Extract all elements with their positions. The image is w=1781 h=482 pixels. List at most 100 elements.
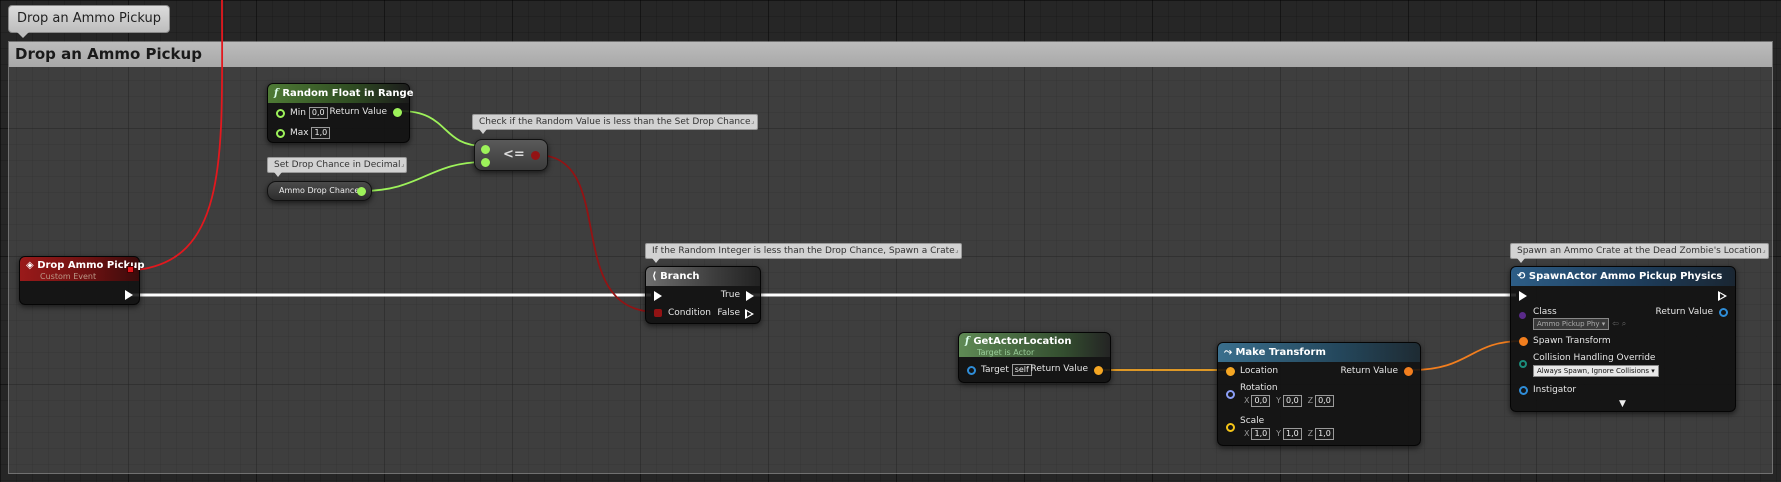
spawn-return-pin[interactable]	[1719, 308, 1728, 317]
scale-label: Scale	[1240, 416, 1265, 426]
spawn-icon: ⟲	[1517, 271, 1526, 282]
rotation-pin[interactable]	[1226, 390, 1235, 399]
min-row: Min 0,0	[290, 107, 328, 119]
location-pin[interactable]	[1226, 367, 1235, 376]
max-pin[interactable]	[276, 129, 285, 138]
target-pin[interactable]	[967, 366, 976, 375]
node-branch[interactable]: ⟨ Branch Condition True False	[645, 266, 761, 324]
min-input[interactable]: 0,0	[308, 107, 328, 119]
get-actor-location-return-pin[interactable]	[1094, 366, 1103, 375]
rotation-x-label: X	[1244, 396, 1250, 405]
rotation-x-input[interactable]: 0,0	[1251, 395, 1271, 407]
target-label: Target	[981, 365, 1009, 375]
spawn-exec-out[interactable]	[1718, 291, 1727, 301]
node-random-float[interactable]: f Random Float in Range Min 0,0 Max 1,0 R…	[267, 83, 413, 143]
class-row: Ammo Pickup Phy ▾ ⇦ ⌕	[1533, 318, 1626, 330]
branch-condition-pin[interactable]	[654, 309, 662, 317]
function-icon: f	[274, 88, 279, 99]
class-dropdown-value: Ammo Pickup Phy	[1537, 320, 1600, 328]
collision-dropdown-value: Always Spawn, Ignore Collisions	[1537, 367, 1649, 375]
red-wire-top	[135, 0, 224, 271]
function-icon: f	[965, 336, 970, 347]
collision-dropdown[interactable]: Always Spawn, Ignore Collisions ▾	[1533, 365, 1659, 377]
spawn-transform-label: Spawn Transform	[1533, 336, 1611, 346]
make-transform-return-pin[interactable]	[1404, 367, 1413, 376]
rotation-z-input[interactable]: 0,0	[1315, 395, 1334, 407]
chevron-down-icon: ▾	[1601, 320, 1606, 328]
node-custom-event[interactable]: ◈ Drop Ammo Pickup Custom Event	[19, 256, 144, 305]
scale-z-input[interactable]: 1,0	[1315, 428, 1334, 440]
comment-bubble-branch-text: If the Random Integer is less than the D…	[652, 246, 955, 256]
rotation-z-label: Z	[1307, 396, 1314, 405]
ammo-drop-chance-label: Ammo Drop Chance	[279, 186, 360, 195]
spawn-exec-in[interactable]	[1519, 291, 1527, 301]
scale-x-input[interactable]: 1,0	[1251, 428, 1271, 440]
rotation-fields: X 0,0 Y 0,0 Z 0,0	[1244, 395, 1337, 407]
collision-pin[interactable]	[1519, 360, 1527, 368]
spawn-transform-pin[interactable]	[1519, 337, 1528, 346]
instigator-pin[interactable]	[1519, 386, 1528, 395]
branch-condition-label: Condition	[668, 308, 711, 318]
browse-icon[interactable]: ⇦	[1612, 319, 1619, 328]
node-spawn-actor[interactable]: ⟲ SpawnActor Ammo Pickup Physics Class A…	[1510, 266, 1736, 412]
rotation-label: Rotation	[1240, 383, 1278, 393]
chevron-down-icon: ▾	[1651, 367, 1655, 375]
location-label: Location	[1240, 366, 1279, 376]
target-input[interactable]: self	[1011, 364, 1032, 376]
scale-x-label: X	[1244, 429, 1250, 438]
delegate-pin[interactable]	[127, 266, 134, 273]
make-transform-header[interactable]: ⤳ Make Transform	[1218, 343, 1420, 362]
comment-bubble-compare[interactable]: Check if the Random Value is less than t…	[472, 114, 758, 134]
branch-header[interactable]: ⟨ Branch	[646, 267, 760, 286]
branch-true-exec[interactable]	[746, 291, 754, 301]
scale-y-label: Y	[1276, 429, 1281, 438]
scale-y-input[interactable]: 1,0	[1282, 428, 1302, 440]
transform-wire[interactable]	[1411, 340, 1523, 371]
compare-operator: <=	[503, 147, 525, 162]
class-dropdown[interactable]: Ammo Pickup Phy ▾	[1533, 318, 1610, 330]
node-random-float-header[interactable]: f Random Float in Range	[268, 84, 413, 103]
class-pin[interactable]	[1519, 312, 1526, 319]
random-float-return-label: Return Value	[329, 107, 387, 117]
compare-input-b-pin[interactable]	[481, 158, 490, 167]
get-actor-location-return-label: Return Value	[1030, 364, 1088, 374]
rotation-y-input[interactable]: 0,0	[1282, 395, 1302, 407]
node-random-float-title: Random Float in Range	[282, 88, 414, 99]
bool-wire-condition[interactable]	[536, 154, 658, 313]
node-get-actor-location[interactable]: f GetActorLocation Target is Actor Target…	[958, 332, 1111, 383]
branch-icon: ⟨	[652, 271, 657, 282]
instigator-label: Instigator	[1533, 385, 1577, 395]
comment-bubble-spawn[interactable]: Spawn an Ammo Crate at the Dead Zombie's…	[1510, 243, 1769, 263]
class-label: Class	[1533, 307, 1557, 317]
max-input[interactable]: 1,0	[311, 127, 331, 139]
scale-pin[interactable]	[1226, 423, 1235, 432]
compare-input-a-pin[interactable]	[481, 145, 490, 154]
get-actor-location-subtitle: Target is Actor	[977, 348, 1035, 357]
spawn-actor-title: SpawnActor Ammo Pickup Physics	[1528, 271, 1723, 282]
node-compare[interactable]: <=	[474, 139, 548, 171]
search-icon[interactable]: ⌕	[1622, 319, 1626, 328]
comment-bubble-branch[interactable]: If the Random Integer is less than the D…	[645, 243, 962, 263]
max-row: Max 1,0	[290, 127, 331, 139]
scale-z-label: Z	[1307, 429, 1314, 438]
min-pin[interactable]	[276, 109, 285, 118]
node-ammo-drop-chance[interactable]: Ammo Drop Chance	[267, 181, 372, 201]
node-make-transform[interactable]: ⤳ Make Transform Location Return Value R…	[1217, 342, 1421, 446]
spawn-actor-header[interactable]: ⟲ SpawnActor Ammo Pickup Physics	[1511, 267, 1735, 286]
expand-chevron-icon[interactable]: ▼	[1619, 399, 1626, 409]
branch-true-label: True	[720, 290, 740, 300]
collision-label: Collision Handling Override	[1533, 353, 1656, 363]
event-icon: ◈	[26, 260, 34, 271]
custom-event-header[interactable]: ◈ Drop Ammo Pickup Custom Event	[20, 257, 144, 281]
scale-fields: X 1,0 Y 1,0 Z 1,0	[1244, 428, 1337, 440]
comment-bubble-drop-chance[interactable]: Set Drop Chance in Decimal ⌟	[267, 157, 408, 177]
ammo-drop-chance-pin[interactable]	[357, 187, 366, 196]
random-float-return-pin[interactable]	[393, 108, 402, 117]
custom-event-exec-out[interactable]	[125, 290, 133, 300]
make-transform-title: Make Transform	[1235, 347, 1326, 358]
branch-title: Branch	[660, 271, 700, 282]
branch-exec-in[interactable]	[654, 291, 662, 301]
get-actor-location-header[interactable]: f GetActorLocation Target is Actor	[959, 333, 1110, 357]
compare-output-pin[interactable]	[531, 151, 540, 160]
branch-false-exec[interactable]	[745, 309, 754, 319]
